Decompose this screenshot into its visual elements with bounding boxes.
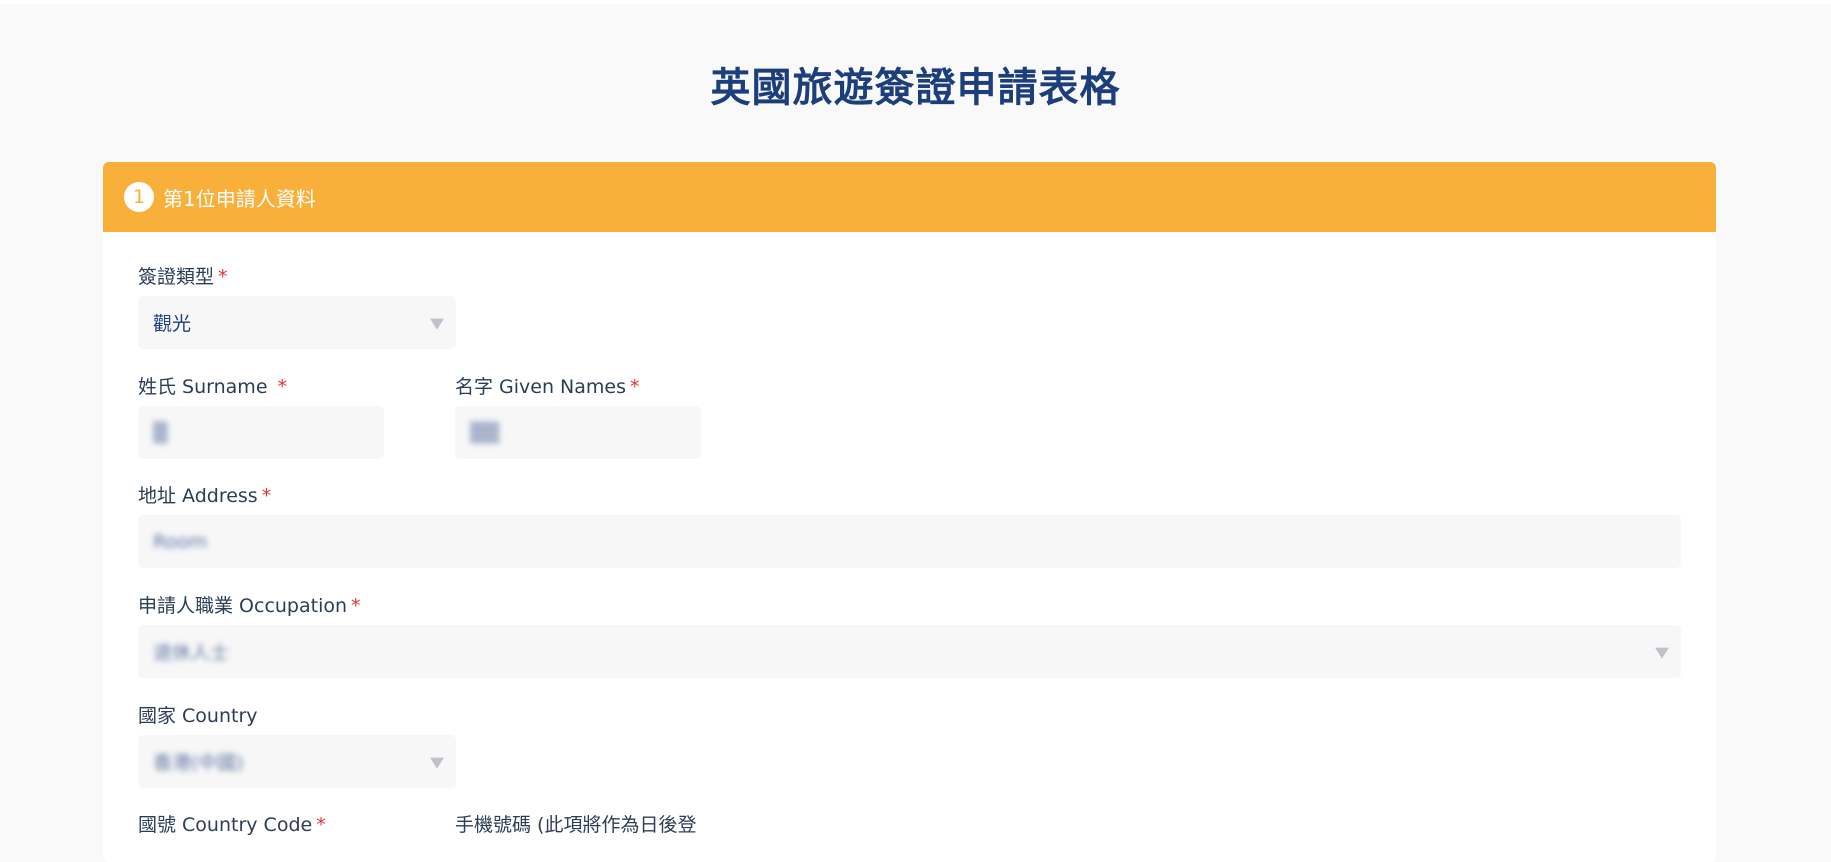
given-names-value: ▒▒	[470, 421, 500, 444]
given-names-label: 名字 Given Names *	[455, 372, 640, 399]
required-mark: *	[218, 266, 228, 288]
page-title: 英國旅遊簽證申請表格	[710, 65, 1121, 111]
required-mark: *	[316, 814, 326, 836]
visa-type-value: 觀光	[153, 313, 192, 335]
occupation-select[interactable]: 退休人士	[138, 625, 1681, 678]
address-input[interactable]: Room	[138, 515, 1681, 568]
mobile-label-text: 手機號碼 (此項將作為日後登	[455, 814, 697, 836]
given-names-label-text: 名字 Given Names	[455, 376, 627, 398]
required-mark: *	[351, 595, 361, 617]
applicant-form-card: 1 第1位申請人資料 簽證類型 * 觀光 姓氏 Surname * ▒ 名字 Gi…	[103, 162, 1716, 862]
country-value: 香港(中國)	[153, 752, 244, 774]
occupation-value: 退休人士	[153, 642, 230, 664]
step-number-badge: 1	[124, 182, 154, 212]
surname-value: ▒	[153, 421, 168, 444]
required-mark: *	[261, 485, 272, 507]
section-title: 第1位申請人資料	[163, 186, 316, 211]
address-label: 地址 Address *	[138, 481, 271, 508]
country-code-label-text: 國號 Country Code	[138, 814, 313, 836]
country-label-text: 國家 Country	[138, 705, 258, 727]
section-header: 1 第1位申請人資料	[103, 162, 1716, 232]
given-names-input[interactable]: ▒▒	[455, 406, 701, 459]
surname-input[interactable]: ▒	[138, 406, 384, 459]
occupation-label-text: 申請人職業 Occupation	[138, 595, 348, 617]
visa-type-label-text: 簽證類型	[138, 266, 215, 288]
chevron-down-icon	[430, 757, 444, 769]
visa-type-label: 簽證類型 *	[138, 262, 228, 289]
top-strip	[0, 0, 1831, 4]
country-label: 國家 Country	[138, 701, 258, 728]
surname-label-text: 姓氏 Surname	[138, 376, 274, 398]
visa-type-select[interactable]: 觀光	[138, 296, 456, 349]
required-mark: *	[630, 376, 640, 398]
required-mark: *	[277, 376, 288, 398]
address-label-text: 地址 Address	[138, 485, 258, 507]
country-code-label: 國號 Country Code *	[138, 810, 326, 837]
mobile-label: 手機號碼 (此項將作為日後登	[455, 810, 696, 837]
surname-label: 姓氏 Surname *	[138, 372, 287, 399]
chevron-down-icon	[430, 318, 444, 330]
occupation-label: 申請人職業 Occupation *	[138, 591, 361, 618]
country-select[interactable]: 香港(中國)	[138, 735, 456, 788]
address-value: Room	[153, 530, 208, 553]
chevron-down-icon	[1655, 647, 1669, 659]
